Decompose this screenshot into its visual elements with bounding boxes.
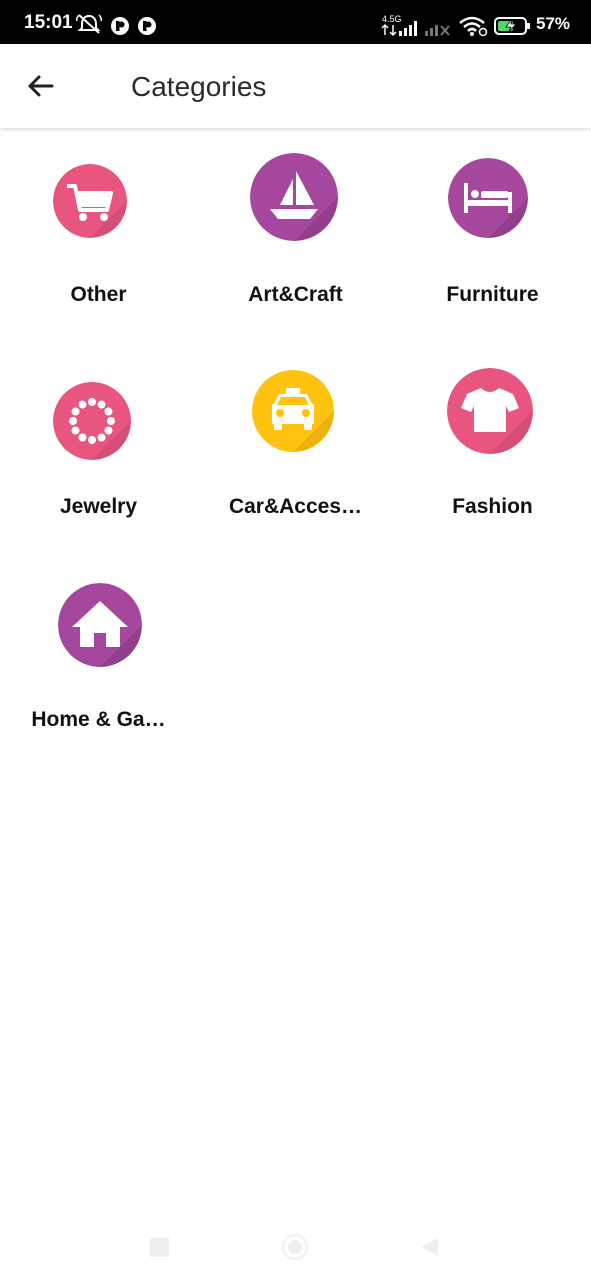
category-label: Home & Ga… — [31, 708, 166, 731]
house-icon — [58, 583, 142, 667]
category-label: Furniture — [446, 283, 539, 306]
signal-icon — [381, 21, 417, 37]
recents-button[interactable] — [150, 1238, 169, 1257]
category-home-garden[interactable]: Home & Ga… — [0, 575, 197, 775]
category-furniture[interactable]: Furniture — [394, 150, 591, 350]
tshirt-icon — [447, 368, 533, 454]
category-label: Jewelry — [59, 495, 138, 518]
car-icon — [252, 370, 334, 452]
signal-no-service-icon — [425, 25, 450, 36]
back-triangle-icon[interactable] — [418, 1236, 440, 1258]
category-label: Car&Acces… — [228, 495, 363, 518]
back-button[interactable] — [20, 66, 64, 106]
cart-icon — [53, 164, 127, 238]
bed-icon — [448, 158, 528, 238]
status-bar: 15:01 4.5G 57% — [0, 0, 591, 44]
bell-muted-icon — [76, 14, 102, 34]
category-label: Art&Craft — [248, 283, 343, 306]
page-title: Categories — [131, 71, 267, 102]
category-other[interactable]: Other — [0, 150, 197, 350]
category-label: Other — [70, 283, 127, 306]
category-label: Fashion — [452, 495, 533, 518]
wifi-icon — [459, 16, 488, 37]
sailboat-icon — [250, 153, 338, 241]
system-navigation-bar — [0, 1218, 591, 1280]
necklace-icon — [53, 382, 131, 460]
app-notification-icon — [111, 17, 129, 35]
battery-charging-icon — [494, 17, 530, 35]
category-car-accessories[interactable]: Car&Acces… — [197, 362, 394, 562]
home-button[interactable] — [282, 1234, 308, 1260]
status-time: 15:01 — [24, 12, 73, 33]
app-bar: Categories — [0, 44, 591, 128]
app-notification-icon — [138, 17, 156, 35]
arrow-back-icon — [28, 75, 54, 97]
category-art-craft[interactable]: Art&Craft — [197, 150, 394, 350]
category-fashion[interactable]: Fashion — [394, 362, 591, 562]
category-jewelry[interactable]: Jewelry — [0, 362, 197, 562]
battery-percentage: 57% — [536, 14, 571, 33]
